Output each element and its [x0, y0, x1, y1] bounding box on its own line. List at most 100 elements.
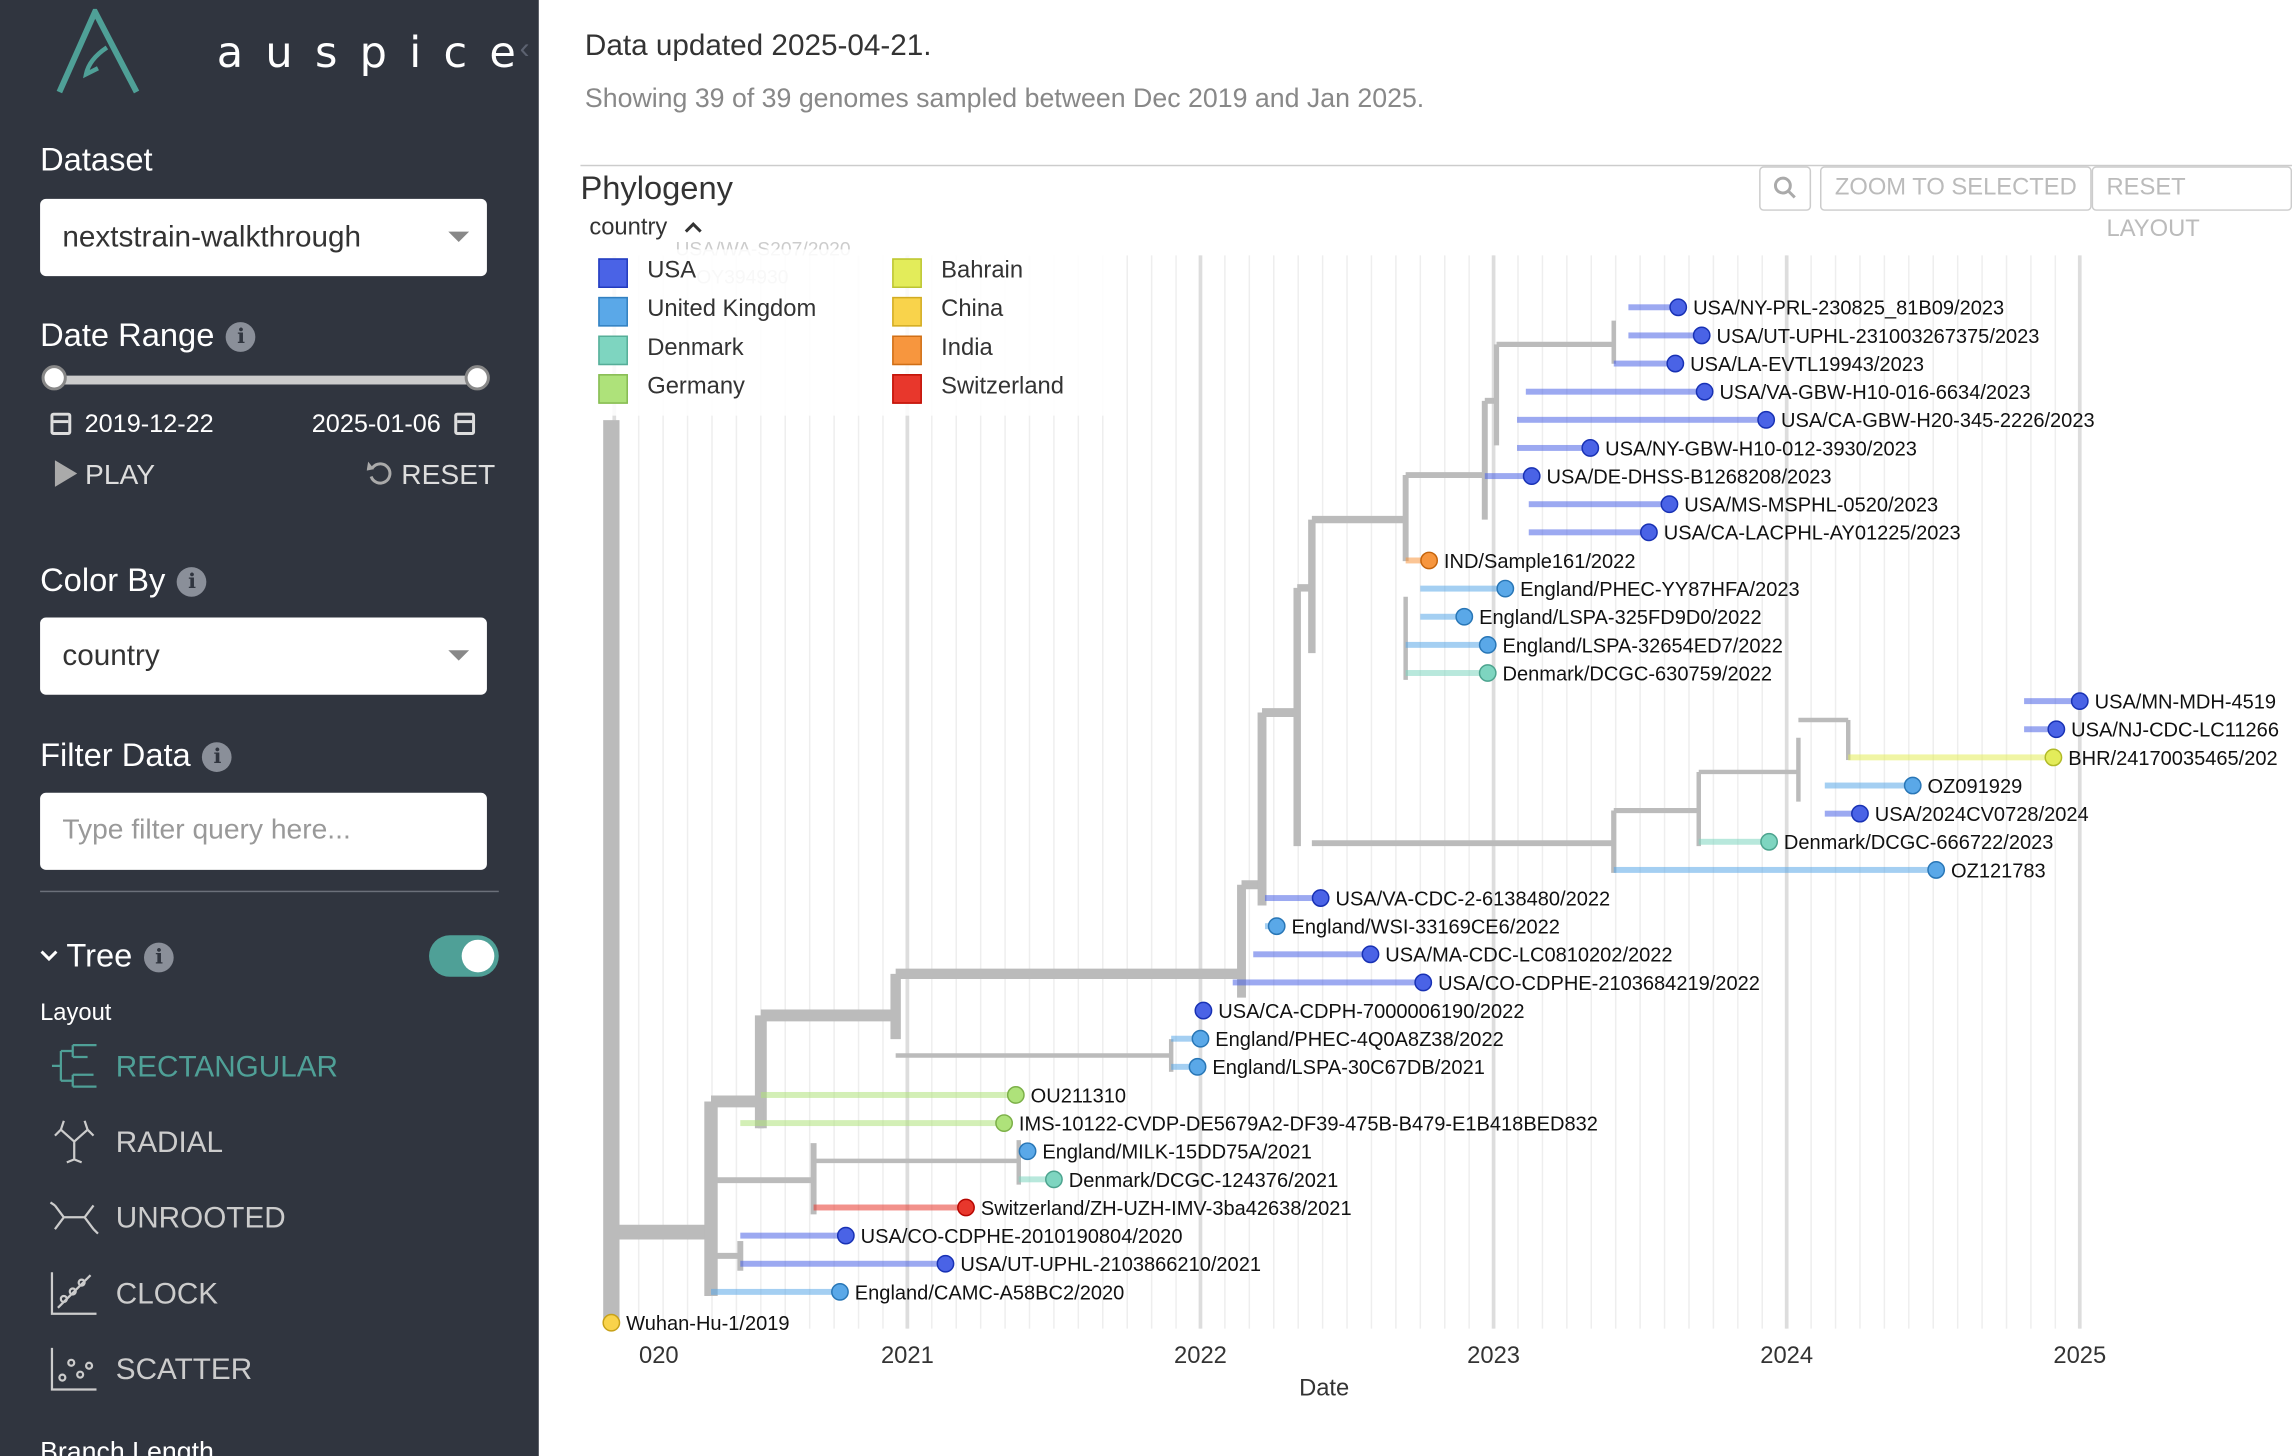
tip-label: Denmark/DCGC-630759/2022	[1503, 663, 1772, 685]
legend-swatch[interactable]	[598, 335, 628, 366]
tip-branch-fill	[813, 1204, 967, 1211]
tip-branch-fill	[1528, 501, 1670, 508]
tip-node	[1522, 467, 1541, 485]
play-label: PLAY	[85, 460, 156, 492]
date-range-slider[interactable]	[53, 375, 477, 385]
tip-node	[1414, 973, 1433, 992]
app-name[interactable]: auspice	[217, 27, 538, 77]
tip-node	[1420, 551, 1439, 570]
date-range-start[interactable]: 2019-12-22	[85, 410, 214, 440]
layout-scatter[interactable]: SCATTER	[49, 1342, 494, 1401]
tip-label: England/PHEC-YY87HFA/2023	[1520, 579, 1799, 601]
tip-label: USA/CA-LACPHL-AY01225/2023	[1664, 523, 1961, 545]
legend-label[interactable]: China	[941, 297, 1003, 324]
legend-label[interactable]: Bahrain	[941, 258, 1023, 285]
tip-label: USA/2024CV0728/2024	[1875, 804, 2089, 826]
legend-swatch[interactable]	[892, 335, 922, 366]
collapse-sidebar-icon[interactable]: ‹	[520, 33, 530, 67]
date-range-end-handle[interactable]	[464, 365, 490, 391]
tip-label: USA/CO-CDPHE-2103684219/2022	[1438, 973, 1760, 995]
tip-node	[1194, 1001, 1213, 1020]
clock-layout-icon	[50, 1272, 97, 1315]
date-range-end[interactable]: 2025-01-06	[312, 410, 441, 440]
legend-swatch[interactable]	[892, 296, 922, 327]
tip-branch-fill	[1528, 529, 1649, 536]
tip-label: USA/NY-PRL-230825_81B09/2023	[1693, 298, 2004, 320]
reset-button[interactable]: RESET	[366, 460, 495, 493]
legend-label[interactable]: Denmark	[647, 335, 743, 362]
main-panel: Data updated 2025-04-21. Showing 39 of 3…	[538, 0, 2292, 1456]
tip-label: USA/NJ-CDC-LC11266	[2071, 720, 2279, 742]
legend-label[interactable]: USA	[647, 258, 696, 285]
auspice-logo-icon[interactable]	[53, 8, 142, 98]
tree-toggle[interactable]	[429, 935, 499, 977]
tip-branch-fill	[1405, 641, 1488, 648]
legend-swatch[interactable]	[892, 258, 922, 288]
info-icon[interactable]: i	[144, 942, 174, 973]
tip-node	[1666, 354, 1685, 373]
tip-label: IMS-10122-CVDP-DE5679A2-DF39-475B-B479-E…	[1019, 1114, 1598, 1136]
date-range-label: Date Range	[40, 316, 215, 354]
tip-label: USA/MN-MDH-4519	[2095, 692, 2276, 714]
legend-swatch[interactable]	[598, 296, 628, 327]
tip-node	[1669, 298, 1688, 317]
layout-unrooted[interactable]: UNROOTED	[49, 1191, 494, 1250]
tip-node	[1006, 1086, 1025, 1104]
tip-label: OZ121783	[1951, 860, 2046, 882]
tip-branch-fill	[1525, 388, 1705, 395]
layout-radial[interactable]: RADIAL	[49, 1115, 494, 1174]
filter-input[interactable]	[40, 792, 487, 870]
tip-node	[936, 1254, 955, 1273]
phylogeny-tree[interactable]: 020 2021 2022 2023 2024 2025 Date USA/NY-PRL-23…	[539, 0, 2292, 1456]
calendar-icon[interactable]	[50, 412, 72, 435]
tip-label: USA/NY-GBW-H10-012-3930/2023	[1605, 438, 1917, 460]
tree-section-header[interactable]: Tree i	[40, 937, 174, 976]
info-icon[interactable]: i	[177, 567, 207, 597]
tip-label: England/CAMC-A58BC2/2020	[855, 1282, 1124, 1304]
info-icon[interactable]: i	[226, 322, 256, 352]
legend-label[interactable]: India	[941, 335, 993, 362]
color-by-select[interactable]: country	[40, 617, 487, 695]
calendar-icon[interactable]	[454, 412, 476, 435]
tip-node	[2070, 692, 2089, 711]
tip-label: USA/LA-EVTL19943/2023	[1690, 354, 1924, 376]
section-divider	[40, 890, 499, 893]
radial-layout-icon	[54, 1120, 95, 1164]
tip-label: England/WSI-33169CE6/2022	[1292, 917, 1560, 939]
date-range-start-handle[interactable]	[41, 365, 67, 391]
tip-label: OU211310	[1031, 1085, 1126, 1107]
tip-branch-fill	[1405, 670, 1488, 676]
tip-node	[1455, 607, 1474, 626]
x-tick-label: 020	[639, 1342, 679, 1369]
tree-title: Tree	[66, 936, 133, 974]
tip-label: BHR/24170035465/202	[2068, 748, 2277, 770]
layout-label: UNROOTED	[115, 1202, 286, 1236]
info-icon[interactable]: i	[202, 742, 233, 772]
tip-node	[1496, 579, 1515, 598]
layout-clock[interactable]: CLOCK	[49, 1266, 494, 1325]
tip-node	[1903, 776, 1922, 795]
play-button[interactable]: PLAY	[53, 460, 155, 493]
legend-swatch[interactable]	[892, 374, 922, 404]
dataset-select[interactable]: nextstrain-walkthrough	[40, 198, 487, 277]
legend-label[interactable]: Switzerland	[941, 374, 1064, 401]
tip-label: England/LSPA-32654ED7/2022	[1503, 635, 1783, 657]
filter-data-label: Filter Data	[40, 736, 191, 774]
legend-swatch[interactable]	[598, 374, 628, 404]
legend-label[interactable]: United Kingdom	[647, 297, 816, 324]
legend-label[interactable]: Germany	[647, 374, 745, 401]
x-tick-label: 2022	[1174, 1342, 1227, 1369]
tip-label: USA/CA-CDPH-7000006190/2022	[1218, 1001, 1524, 1023]
tip-label: IND/Sample161/2022	[1444, 551, 1636, 573]
x-tick-label: 2024	[1760, 1342, 1813, 1369]
tip-node	[1188, 1057, 1207, 1076]
legend-swatch[interactable]	[598, 258, 628, 288]
tip-label: USA/DE-DHSS-B1268208/2023	[1547, 467, 1832, 489]
tip-label: USA/UT-UPHL-231003267375/2023	[1717, 326, 2040, 348]
tip-node	[1478, 664, 1497, 682]
reset-icon	[366, 461, 392, 485]
app-root: auspice ‹ Dataset nextstrain-walkthrough…	[0, 0, 2292, 1456]
tip-branch-fill	[740, 1232, 846, 1239]
tip-node	[1692, 326, 1711, 345]
layout-rectangular[interactable]: RECTANGULAR	[49, 1039, 494, 1098]
